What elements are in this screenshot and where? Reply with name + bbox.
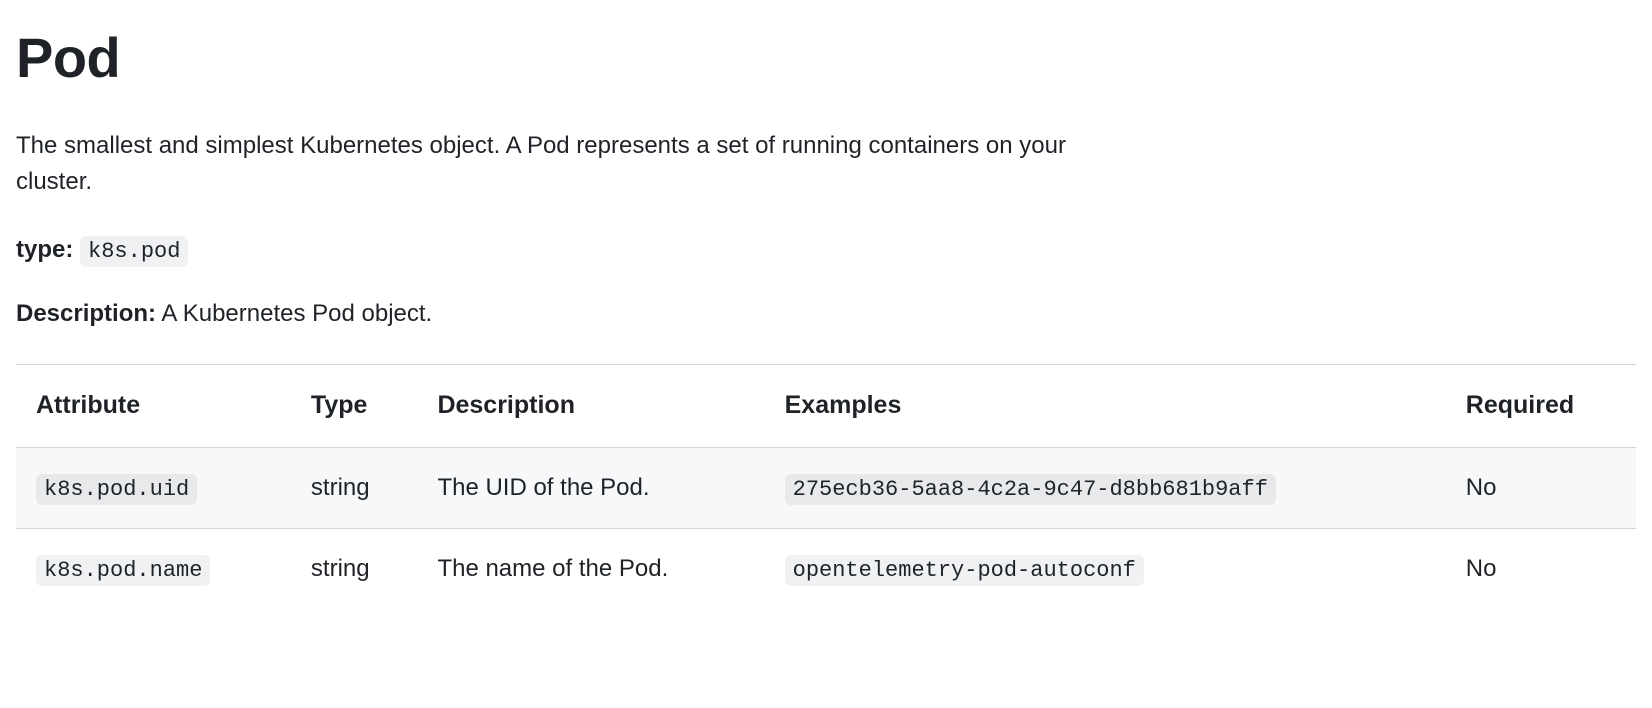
cell-required: No: [1446, 528, 1636, 609]
cell-description: The UID of the Pod.: [417, 447, 764, 528]
cell-examples: opentelemetry-pod-autoconf: [765, 528, 1446, 609]
description-label: Description:: [16, 300, 156, 327]
type-label: type:: [16, 236, 73, 263]
cell-attribute: k8s.pod.uid: [16, 447, 291, 528]
attribute-code: k8s.pod.uid: [36, 474, 197, 505]
cell-attribute: k8s.pod.name: [16, 528, 291, 609]
type-row: type: k8s.pod: [16, 232, 1636, 268]
cell-description: The name of the Pod.: [417, 528, 764, 609]
table-header-row: Attribute Type Description Examples Requ…: [16, 365, 1636, 447]
header-attribute: Attribute: [16, 365, 291, 447]
attributes-table: Attribute Type Description Examples Requ…: [16, 365, 1636, 609]
cell-type: string: [291, 528, 418, 609]
description-value: A Kubernetes Pod object.: [161, 300, 432, 327]
type-code: k8s.pod: [80, 236, 188, 267]
intro-paragraph: The smallest and simplest Kubernetes obj…: [16, 128, 1116, 200]
attribute-code: k8s.pod.name: [36, 555, 210, 586]
cell-examples: 275ecb36-5aa8-4c2a-9c47-d8bb681b9aff: [765, 447, 1446, 528]
table-row: k8s.pod.name string The name of the Pod.…: [16, 528, 1636, 609]
table-row: k8s.pod.uid string The UID of the Pod. 2…: [16, 447, 1636, 528]
cell-required: No: [1446, 447, 1636, 528]
examples-code: 275ecb36-5aa8-4c2a-9c47-d8bb681b9aff: [785, 474, 1276, 505]
page-title: Pod: [16, 16, 1636, 100]
examples-code: opentelemetry-pod-autoconf: [785, 555, 1144, 586]
header-description: Description: [417, 365, 764, 447]
header-type: Type: [291, 365, 418, 447]
description-row: Description: A Kubernetes Pod object.: [16, 296, 1636, 332]
header-examples: Examples: [765, 365, 1446, 447]
cell-type: string: [291, 447, 418, 528]
header-required: Required: [1446, 365, 1636, 447]
